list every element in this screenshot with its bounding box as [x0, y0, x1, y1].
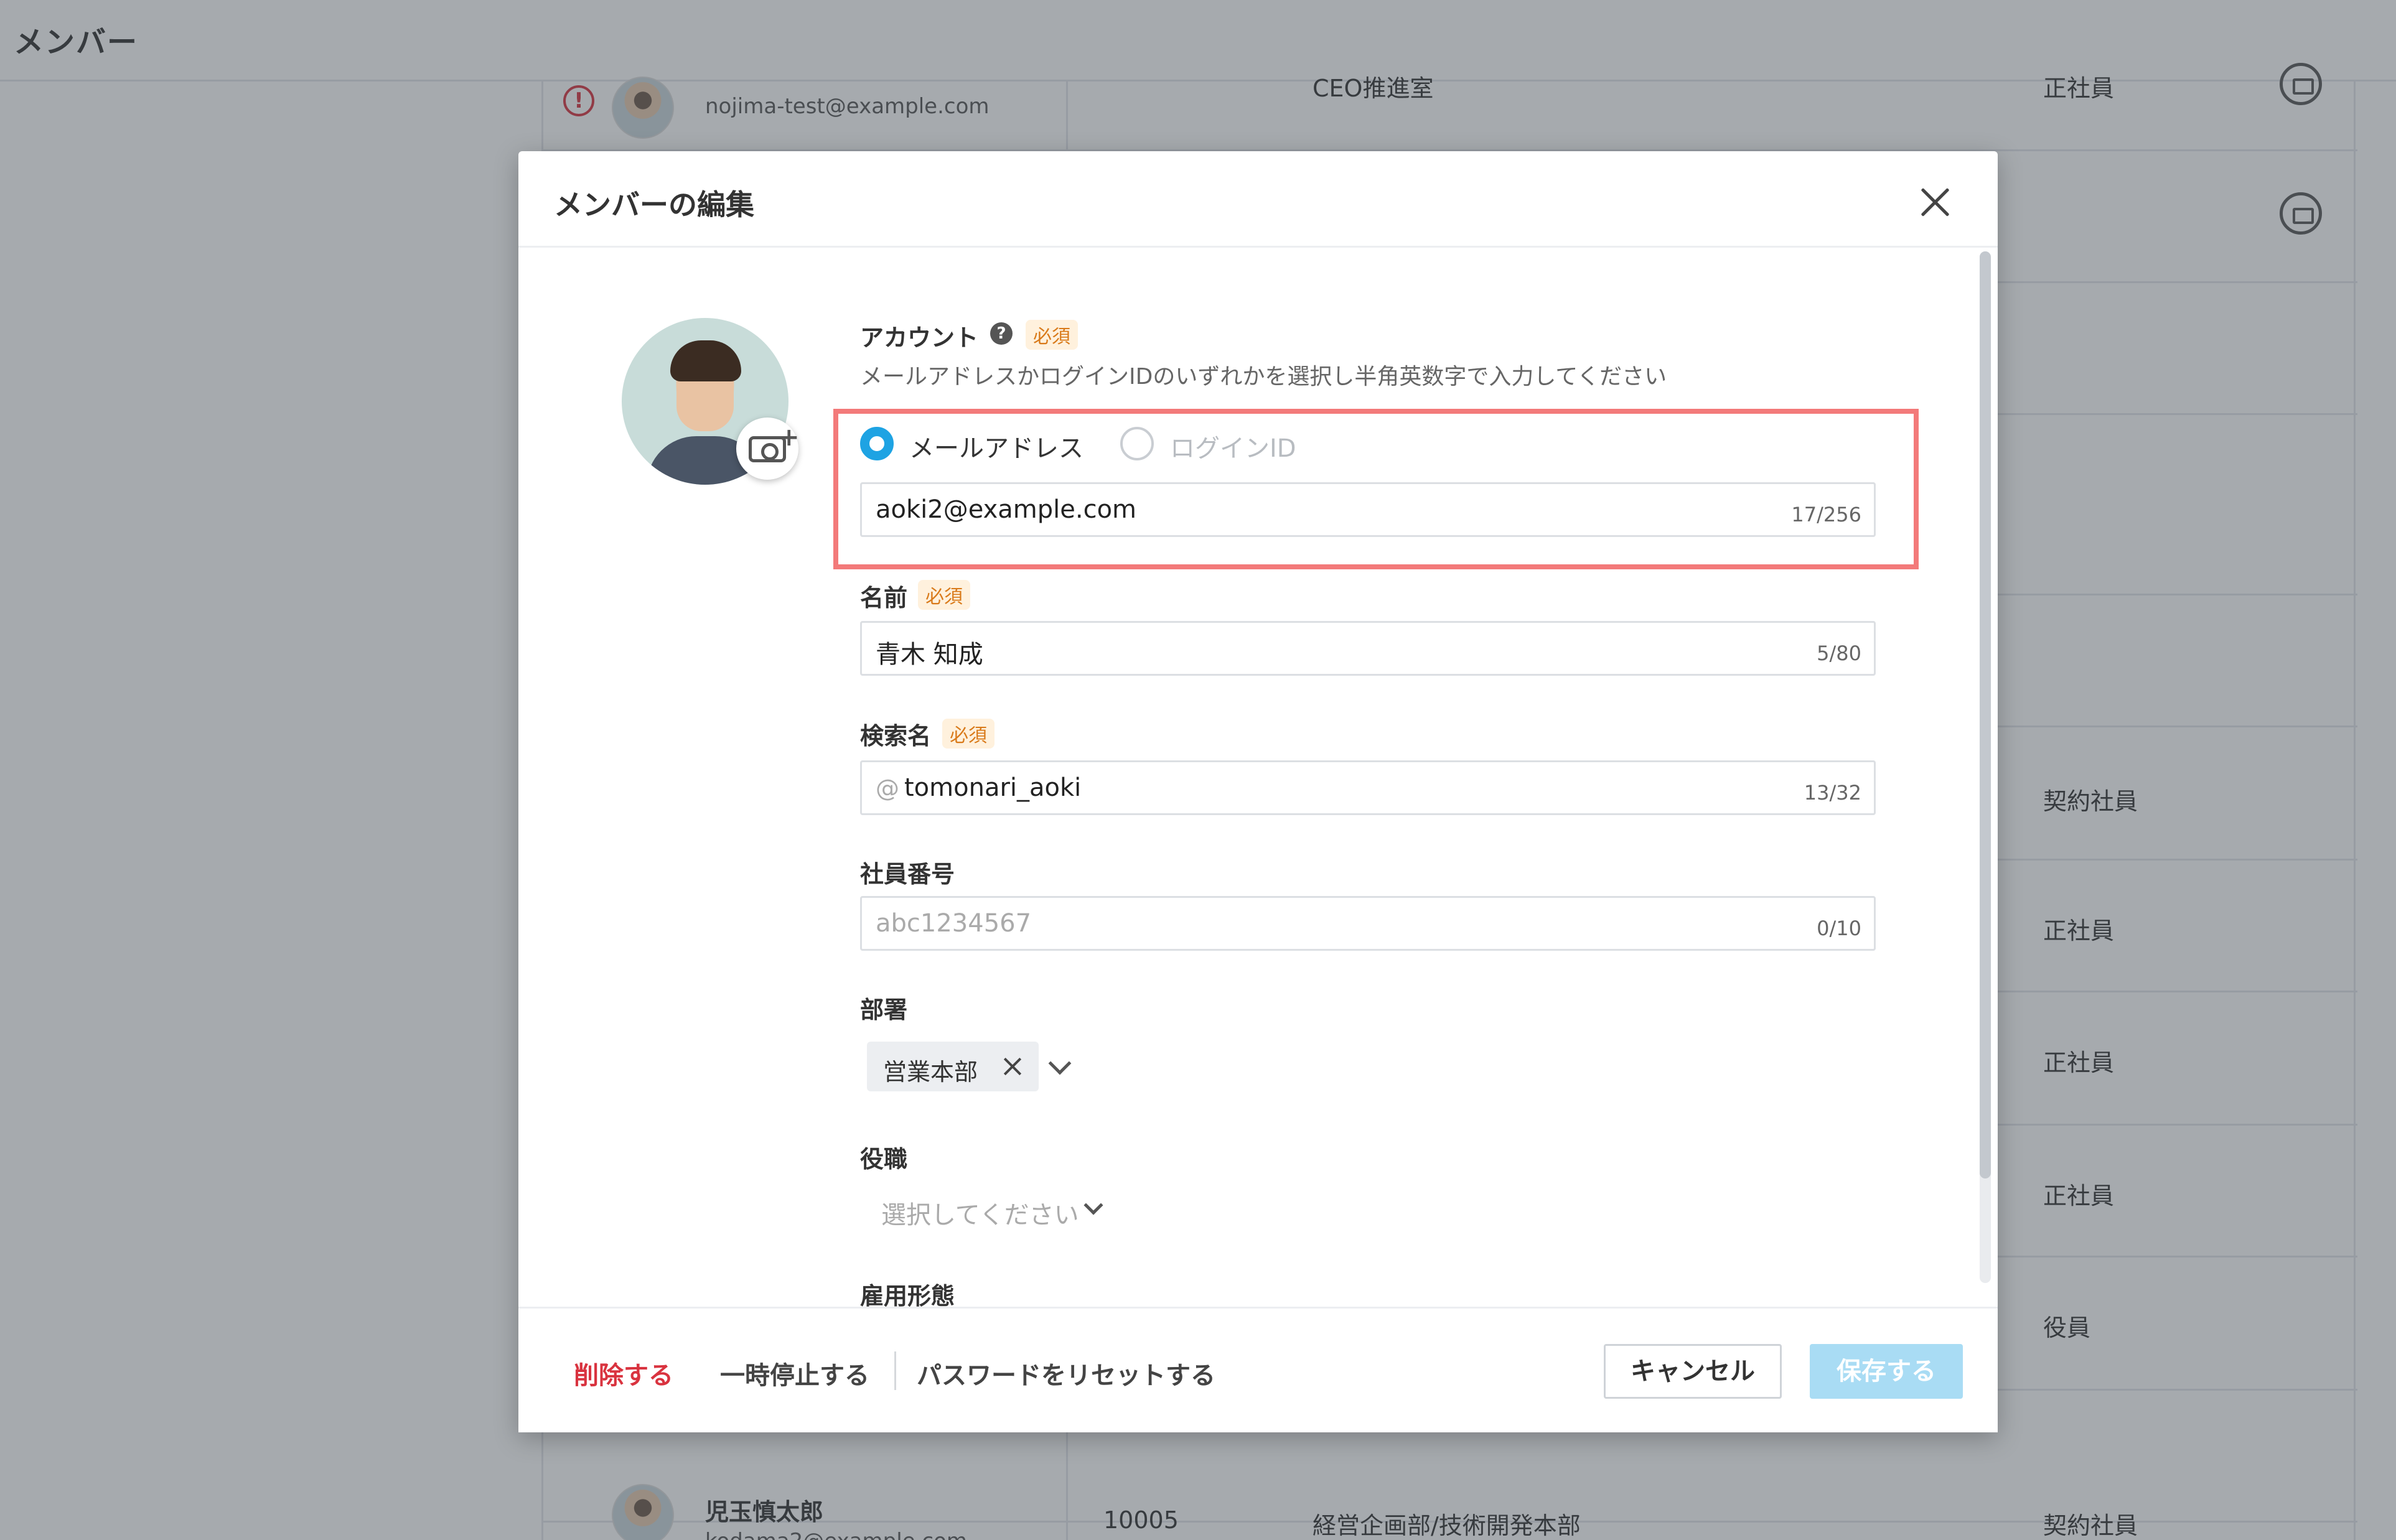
add-icon: + — [779, 423, 800, 452]
employment-type-label: 雇用形態 — [860, 1282, 955, 1310]
required-badge: 必須 — [918, 580, 970, 610]
search-name-input[interactable]: @ tomonari_aoki 13/32 — [860, 760, 1876, 815]
char-counter: 0/10 — [1817, 917, 1861, 940]
reset-password-button[interactable]: パスワードをリセットする — [917, 1355, 1215, 1391]
account-label: アカウント — [860, 324, 979, 352]
department-chip-label: 営業本部 — [883, 1058, 978, 1086]
employee-no-input[interactable]: abc1234567 0/10 — [860, 896, 1876, 951]
modal-scrollbar[interactable] — [1980, 251, 1991, 1283]
employee-no-placeholder: abc1234567 — [876, 909, 1032, 938]
modal-title: メンバーの編集 — [554, 188, 754, 222]
department-chip: 営業本部 — [867, 1042, 1039, 1091]
required-badge: 必須 — [942, 719, 994, 749]
at-prefix: @ — [876, 775, 899, 802]
char-counter: 13/32 — [1804, 781, 1861, 805]
account-helper-text: メールアドレスかログインIDのいずれかを選択し半角英数字で入力してください — [860, 364, 1667, 390]
help-icon[interactable]: ? — [990, 322, 1013, 345]
modal-header: メンバーの編集 — [518, 151, 1998, 248]
name-label: 名前 — [860, 584, 908, 612]
search-name-label: 検索名 — [860, 722, 932, 750]
suspend-button[interactable]: 一時停止する — [720, 1355, 869, 1391]
cancel-button[interactable]: キャンセル — [1604, 1344, 1782, 1399]
scrollbar-thumb[interactable] — [1980, 251, 1991, 1178]
account-input-value: aoki2@example.com — [876, 495, 1137, 524]
employee-no-label: 社員番号 — [860, 861, 955, 888]
account-input[interactable]: aoki2@example.com 17/256 — [860, 482, 1876, 537]
radio-login-id[interactable] — [1120, 427, 1154, 460]
char-counter: 5/80 — [1817, 642, 1861, 665]
radio-email-label[interactable]: メールアドレス — [909, 428, 1083, 464]
avatar-uploader: + — [622, 318, 800, 485]
search-name-input-value: tomonari_aoki — [904, 773, 1082, 802]
position-select[interactable]: 選択してください — [881, 1195, 1079, 1231]
name-input-value: 青木 知成 — [876, 640, 983, 669]
delete-button[interactable]: 削除する — [574, 1355, 673, 1391]
char-counter: 17/256 — [1791, 503, 1861, 526]
footer-divider — [894, 1351, 896, 1390]
close-icon[interactable] — [1916, 184, 1954, 221]
chip-remove-icon[interactable] — [999, 1053, 1026, 1080]
department-label: 部署 — [860, 996, 908, 1024]
position-label: 役職 — [860, 1146, 908, 1173]
camera-upload-button[interactable]: + — [736, 418, 800, 480]
radio-login-id-label[interactable]: ログインID — [1170, 428, 1296, 464]
required-badge: 必須 — [1026, 320, 1078, 350]
radio-email[interactable] — [860, 427, 894, 460]
name-input[interactable]: 青木 知成 5/80 — [860, 621, 1876, 676]
save-button[interactable]: 保存する — [1810, 1344, 1963, 1399]
